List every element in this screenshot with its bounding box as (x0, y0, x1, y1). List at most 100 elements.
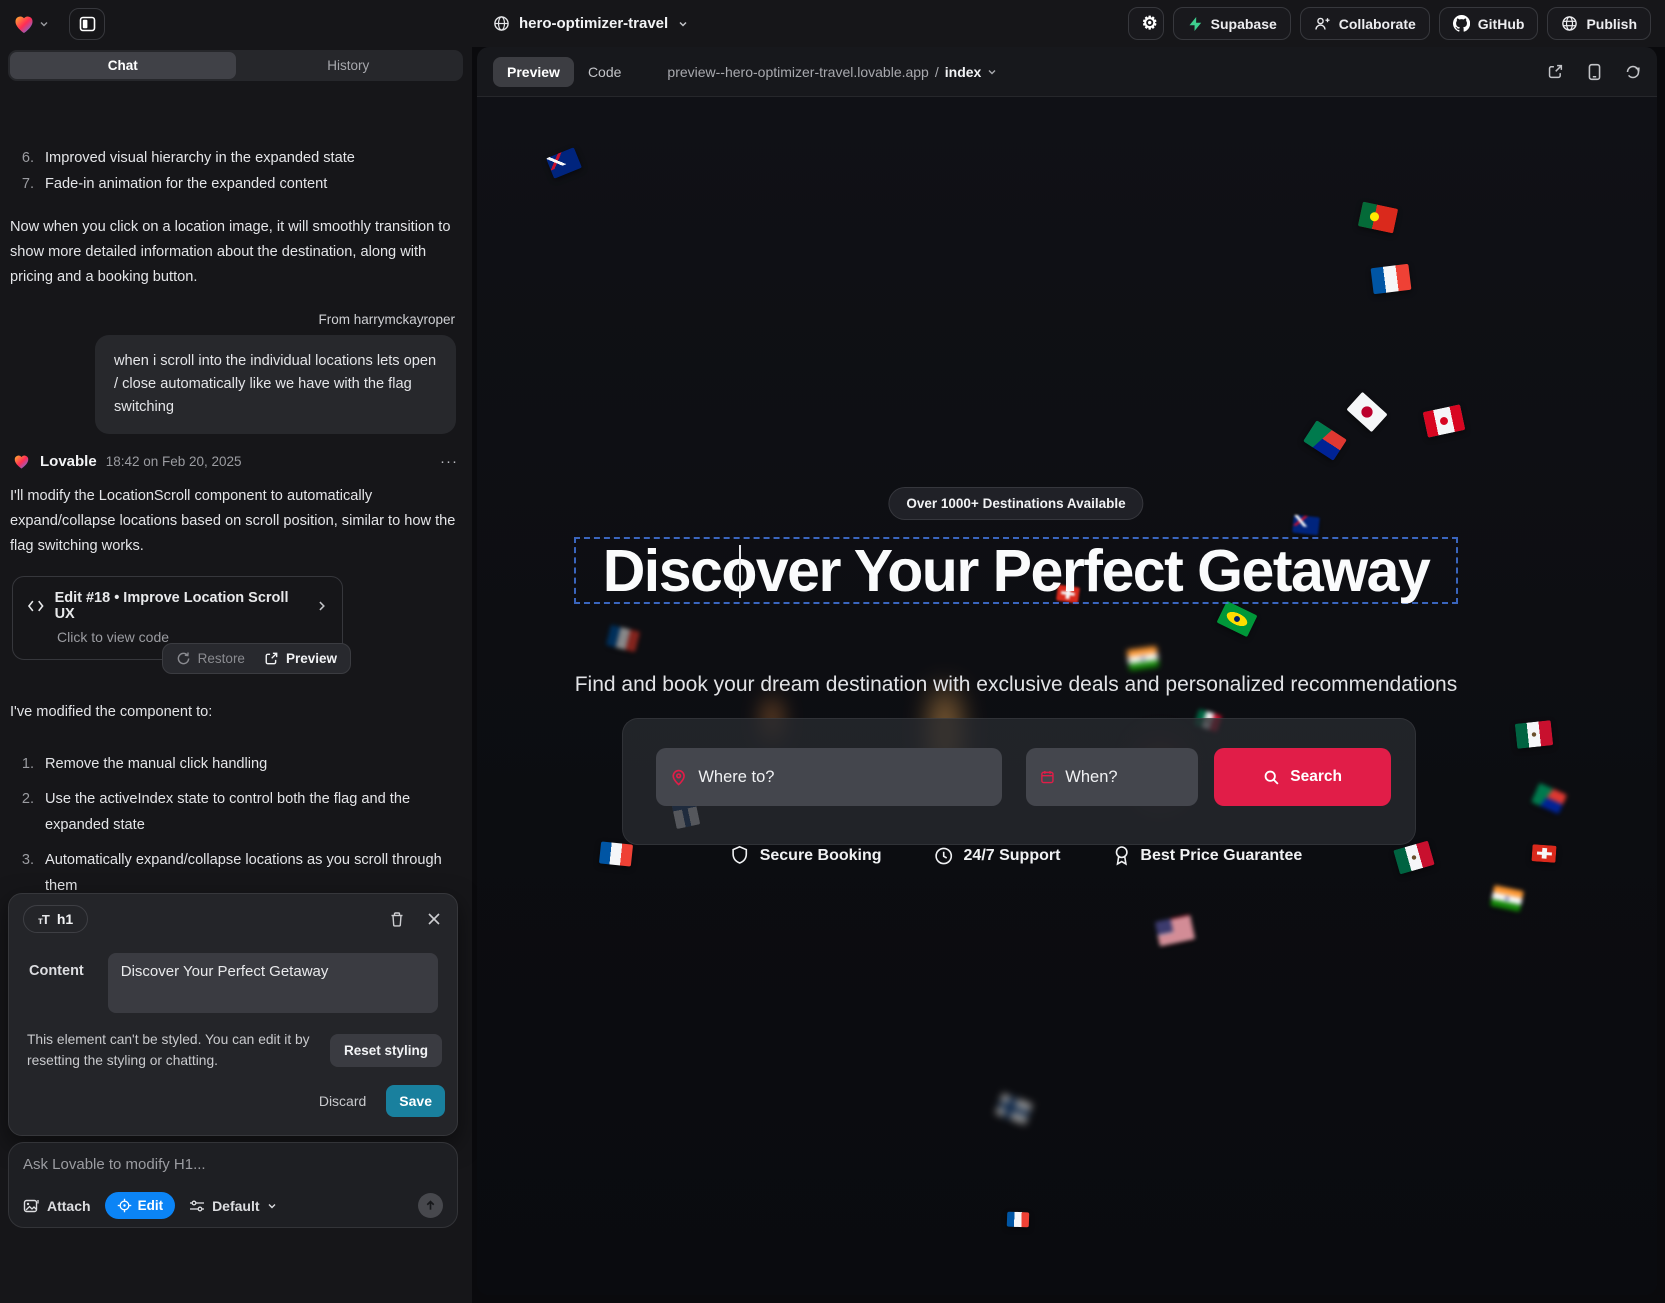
restore-button[interactable]: Restore (176, 651, 245, 666)
flag-france-icon (1007, 1212, 1030, 1228)
topbar-actions: ⚙ Supabase Collaborate GitHub Publish (1128, 7, 1665, 40)
tab-code[interactable]: Code (574, 57, 635, 87)
search-form-card: Search (622, 718, 1416, 845)
tag-name: h1 (57, 911, 73, 927)
edit-mode-button[interactable]: Edit (105, 1192, 176, 1219)
list-item: 1.Remove the manual click handling (0, 751, 472, 777)
edit-card-title: Edit #18 • Improve Location Scroll UX (55, 590, 307, 622)
tab-preview[interactable]: Preview (493, 57, 574, 87)
url-page: index (945, 64, 982, 80)
assistant-name: Lovable (40, 453, 97, 470)
chat-message-list[interactable]: 6.Improved visual hierarchy in the expan… (0, 132, 472, 940)
heart-logo-icon (12, 12, 36, 36)
feature-secure-booking: Secure Booking (730, 845, 882, 866)
tab-history[interactable]: History (236, 52, 462, 79)
preview-toolbar: Preview Code preview--hero-optimizer-tra… (477, 47, 1657, 97)
hero-subtitle: Find and book your dream destination wit… (566, 673, 1466, 697)
message-menu-button[interactable]: ··· (440, 453, 458, 470)
people-plus-icon (1314, 16, 1331, 32)
chat-input[interactable] (23, 1156, 443, 1173)
chat-history-tabs: Chat History (8, 50, 463, 81)
restore-icon (176, 651, 191, 666)
calendar-icon (1040, 768, 1055, 786)
styling-note: This element can't be styled. You can ed… (27, 1029, 318, 1071)
shield-icon (730, 845, 750, 866)
open-in-new-tab-icon[interactable] (1547, 63, 1564, 80)
sidebar-toggle-button[interactable] (69, 8, 105, 40)
flag-south-africa-icon (1303, 420, 1347, 461)
target-icon (117, 1198, 132, 1213)
search-icon (1263, 769, 1280, 786)
chevron-down-icon (677, 18, 689, 30)
selected-tag-badge[interactable]: тT h1 (23, 905, 88, 933)
user-message-bubble: when i scroll into the individual locati… (95, 335, 456, 434)
assistant-header: Lovable 18:42 on Feb 20, 2025 ··· (12, 452, 458, 471)
flag-portugal-icon (1358, 202, 1398, 234)
supabase-button[interactable]: Supabase (1173, 7, 1291, 40)
reset-styling-button[interactable]: Reset styling (330, 1034, 442, 1067)
lovable-logo[interactable] (12, 12, 49, 36)
feature-best-price: Best Price Guarantee (1112, 845, 1302, 866)
preview-button[interactable]: Preview (264, 651, 337, 666)
trash-icon[interactable] (389, 911, 405, 928)
lovable-app-window: hero-optimizer-travel ⚙ Supabase Collabo… (0, 0, 1665, 1303)
mobile-view-icon[interactable] (1587, 63, 1602, 81)
flag-usa-icon (1155, 915, 1195, 947)
feature-support: 24/7 Support (934, 846, 1061, 866)
hero-title[interactable]: Discover Your Perfect Getaway (603, 537, 1430, 605)
edit-code-card[interactable]: Edit #18 • Improve Location Scroll UX Cl… (12, 576, 343, 660)
list-item: 6.Improved visual hierarchy in the expan… (0, 145, 472, 171)
message-timestamp: 18:42 on Feb 20, 2025 (106, 454, 242, 469)
chevron-down-icon (267, 1201, 277, 1211)
h1-selection-outline[interactable]: Discover Your Perfect Getaway (574, 537, 1458, 604)
code-icon (27, 599, 45, 613)
send-button[interactable] (418, 1193, 443, 1218)
preview-url[interactable]: preview--hero-optimizer-travel.lovable.a… (667, 64, 997, 80)
model-default-button[interactable]: Default (189, 1198, 276, 1214)
collaborate-button[interactable]: Collaborate (1300, 7, 1430, 40)
where-input[interactable] (698, 768, 987, 787)
assistant-paragraph: I've modified the component to: (10, 700, 460, 725)
flag-france-icon (1371, 264, 1412, 294)
search-button[interactable]: Search (1214, 748, 1391, 806)
publish-button[interactable]: Publish (1547, 7, 1651, 40)
list-item: 3.Automatically expand/collapse location… (0, 847, 472, 899)
url-separator: / (935, 64, 939, 80)
preview-stage[interactable]: Over 1000+ Destinations Available Discov… (477, 97, 1657, 1295)
content-textarea[interactable]: Discover Your Perfect Getaway (108, 953, 438, 1013)
attach-button[interactable]: Attach (23, 1198, 91, 1214)
settings-button[interactable]: ⚙ (1128, 7, 1164, 40)
globe-icon (1561, 15, 1578, 32)
list-item: 2.Use the activeIndex state to control b… (0, 786, 472, 838)
save-button[interactable]: Save (386, 1085, 445, 1117)
github-icon (1453, 15, 1470, 32)
gear-icon: ⚙ (1142, 13, 1158, 34)
flag-india-icon (1490, 885, 1524, 912)
supabase-icon (1187, 16, 1203, 32)
destinations-badge: Over 1000+ Destinations Available (888, 487, 1143, 520)
clock-icon (934, 846, 954, 866)
lovable-heart-icon (12, 452, 31, 471)
flag-france-icon (606, 625, 640, 653)
topbar: hero-optimizer-travel ⚙ Supabase Collabo… (0, 0, 1665, 47)
when-input[interactable] (1065, 768, 1184, 787)
sidebar-panel-icon (79, 16, 96, 32)
discard-button[interactable]: Discard (319, 1093, 366, 1109)
topbar-left (0, 8, 465, 40)
date-field[interactable] (1026, 748, 1199, 806)
destination-field[interactable] (656, 748, 1002, 806)
image-icon (23, 1198, 40, 1214)
project-switcher[interactable]: hero-optimizer-travel (493, 15, 689, 32)
flag-new-zealand-icon (1292, 515, 1320, 536)
refresh-icon[interactable] (1625, 64, 1641, 80)
url-host: preview--hero-optimizer-travel.lovable.a… (667, 64, 928, 80)
chevron-right-icon (316, 600, 328, 612)
flag-switzerland-icon (1531, 844, 1556, 863)
close-icon[interactable] (427, 912, 441, 926)
tab-chat[interactable]: Chat (10, 52, 236, 79)
project-name: hero-optimizer-travel (519, 15, 668, 32)
globe-icon (493, 15, 510, 32)
github-button[interactable]: GitHub (1439, 7, 1539, 40)
award-icon (1112, 845, 1130, 866)
flag-india-icon (1127, 646, 1160, 671)
